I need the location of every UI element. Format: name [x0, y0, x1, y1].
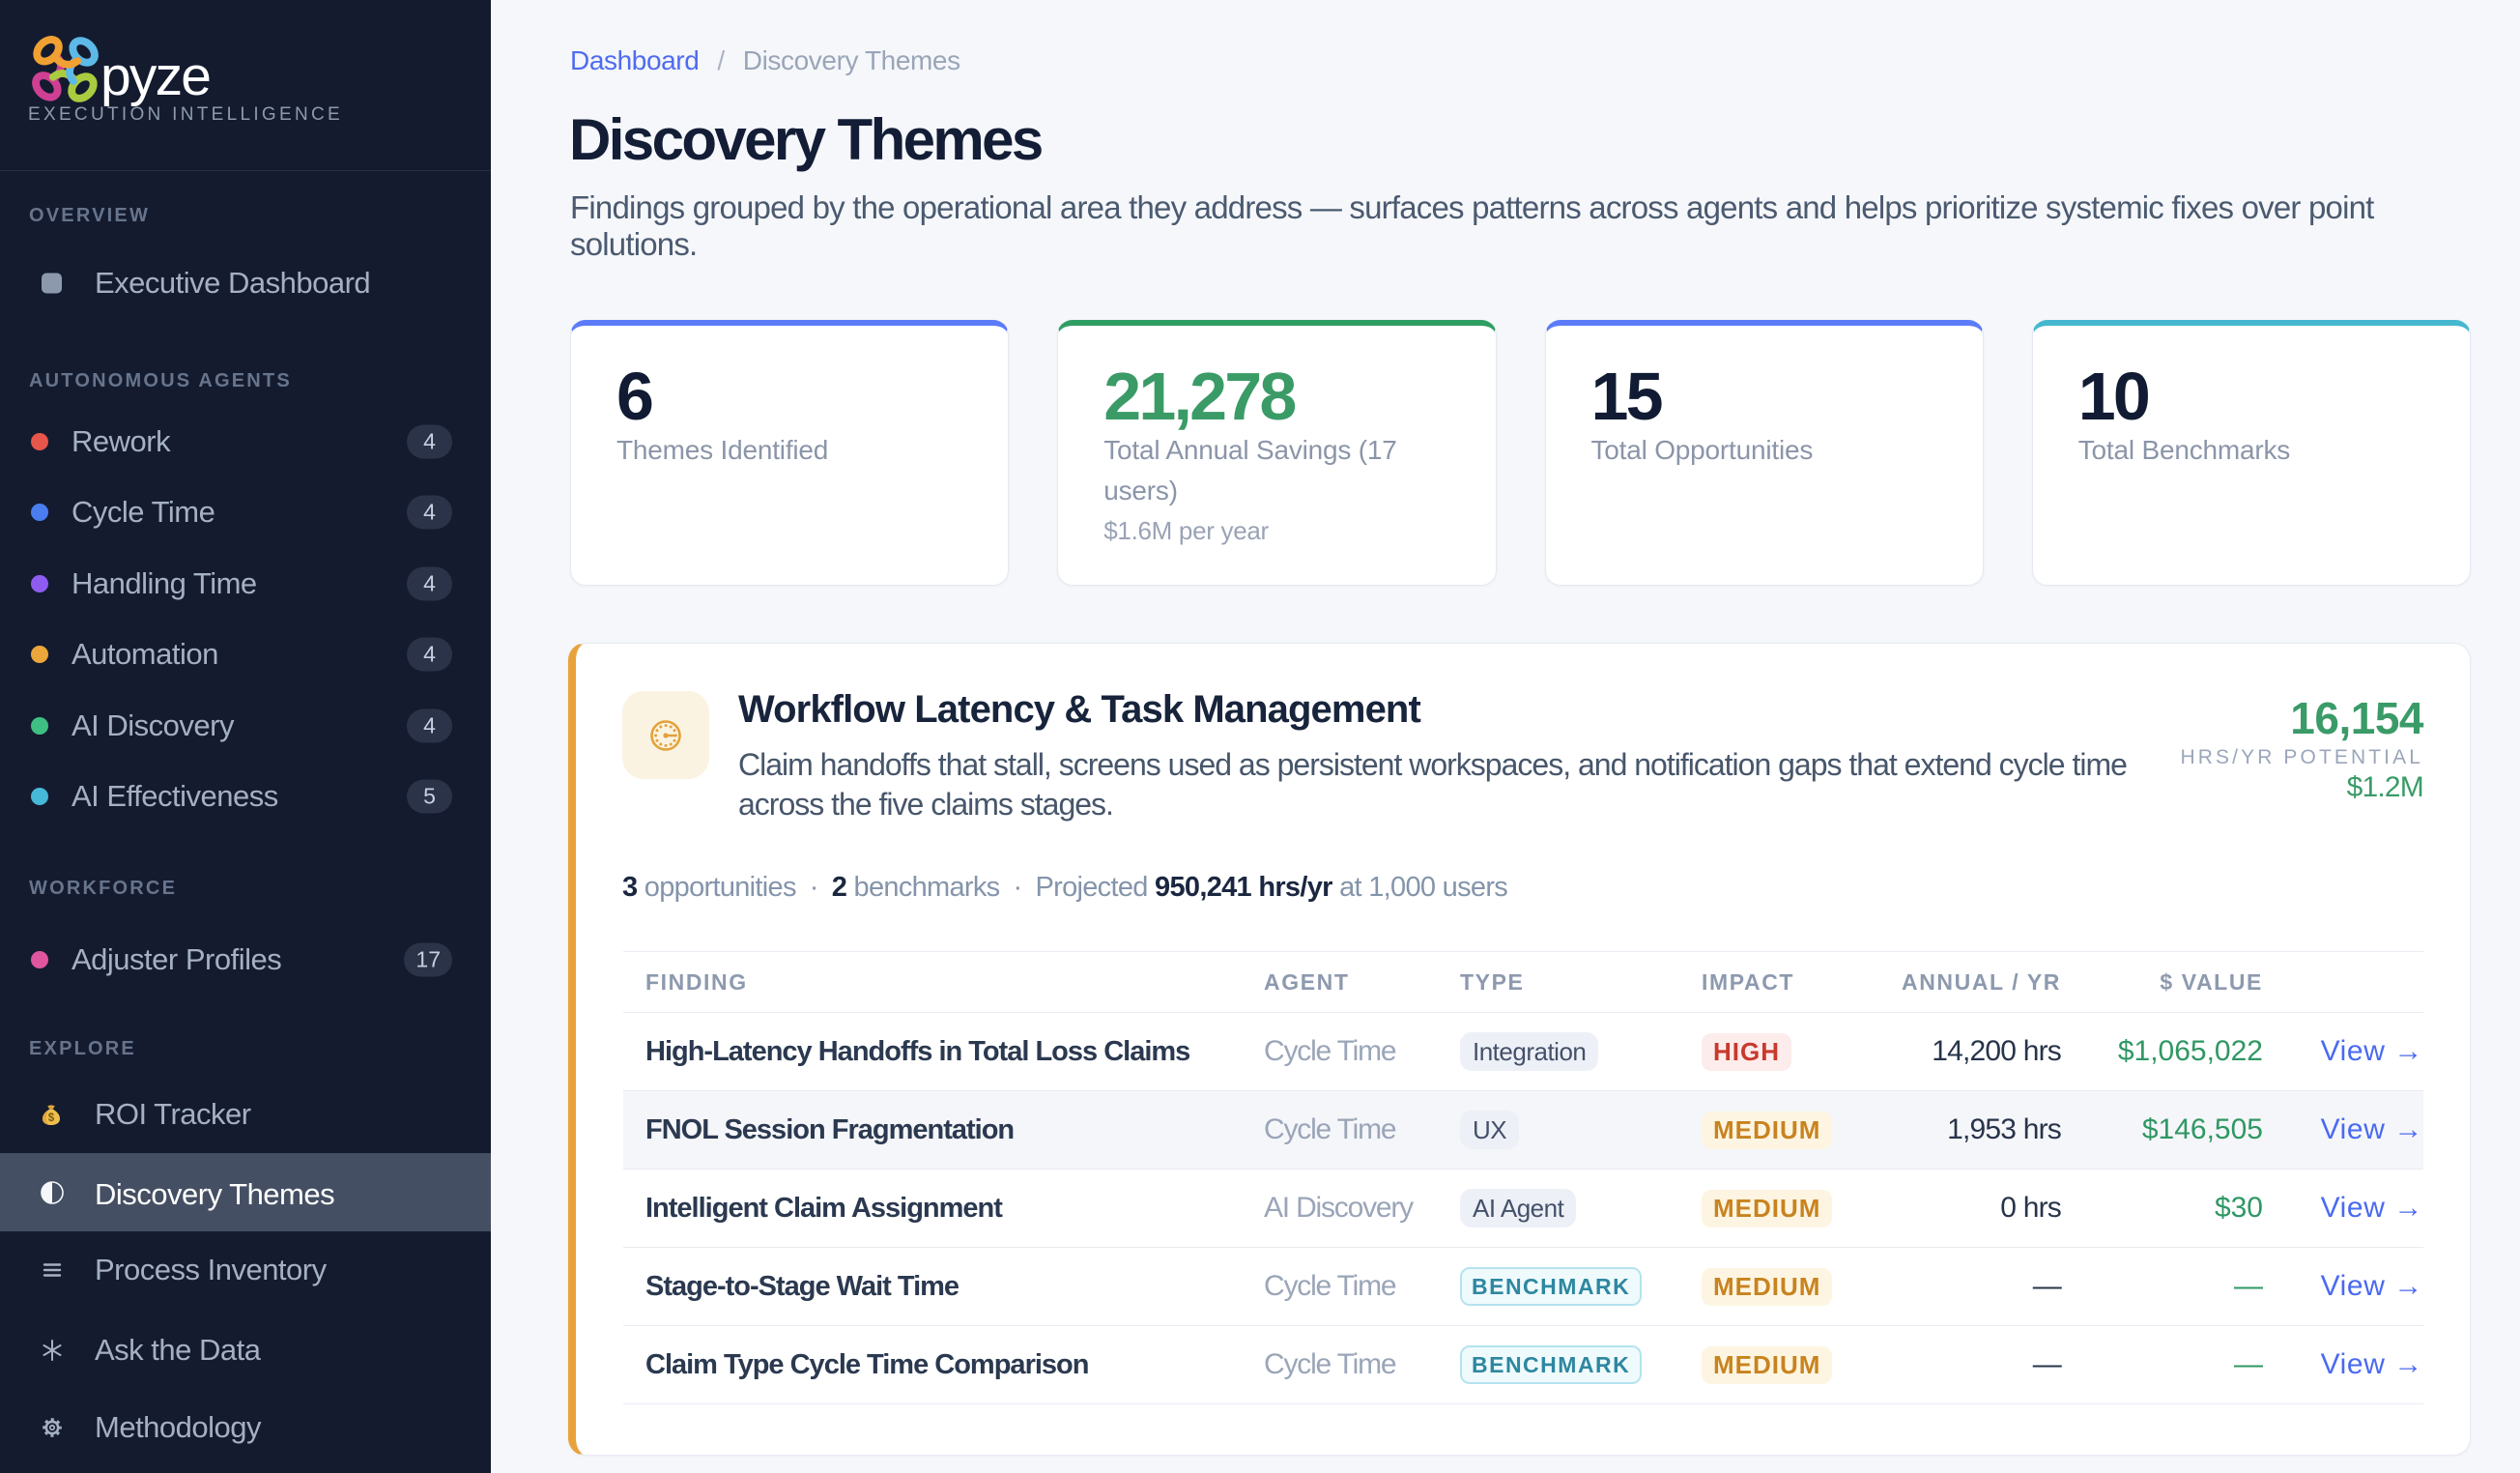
- svg-text:$: $: [48, 1112, 55, 1124]
